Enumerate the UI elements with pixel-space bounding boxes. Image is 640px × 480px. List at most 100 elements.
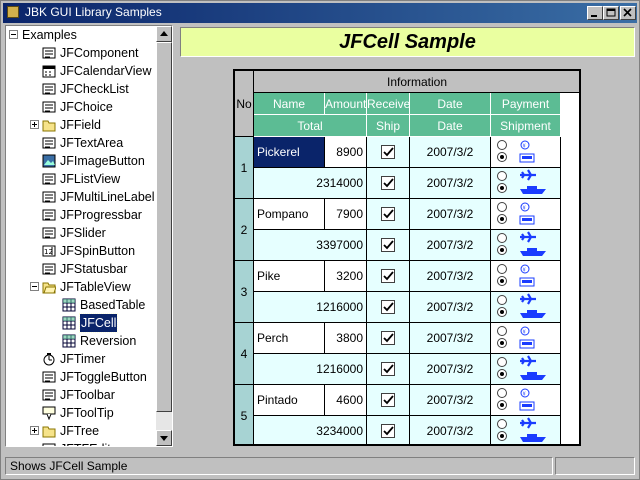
date2-cell[interactable]: 2007/3/2 — [410, 168, 491, 199]
payment-cash-radio[interactable] — [497, 140, 507, 150]
tree-item[interactable]: JFTableView — [6, 278, 156, 296]
tree-item[interactable]: JFComponent — [6, 44, 156, 62]
date-cell[interactable]: 2007/3/2 — [410, 137, 491, 168]
name-cell[interactable]: Perch — [254, 323, 325, 354]
checkbox-checked[interactable] — [381, 300, 395, 314]
name-cell[interactable]: Pintado — [254, 385, 325, 416]
checkbox-checked[interactable] — [381, 145, 395, 159]
tree-item[interactable]: JFCalendarView — [6, 62, 156, 80]
total-cell[interactable]: 3397000 — [254, 230, 367, 261]
minimize-button[interactable] — [587, 6, 603, 20]
tree-item[interactable]: JFToolTip — [6, 404, 156, 422]
shipment-air-radio[interactable] — [497, 295, 507, 305]
amount-cell[interactable]: 3800 — [325, 323, 367, 354]
payment-card-radio[interactable] — [497, 214, 507, 224]
total-cell[interactable]: 2314000 — [254, 168, 367, 199]
tree-item[interactable]: JFField — [6, 116, 156, 134]
shipment-sea-radio[interactable] — [497, 307, 507, 317]
examples-tree[interactable]: Examples JFComponent JFCalendarView JFChec… — [5, 25, 173, 447]
date2-cell[interactable]: 2007/3/2 — [410, 354, 491, 385]
collapse-icon[interactable] — [30, 282, 39, 291]
amount-cell[interactable]: 7900 — [325, 199, 367, 230]
tree-item[interactable]: JFToggleButton — [6, 368, 156, 386]
date-cell[interactable]: 2007/3/2 — [410, 323, 491, 354]
name-cell[interactable]: Pompano — [254, 199, 325, 230]
close-button[interactable] — [620, 6, 636, 20]
tree-scrollbar[interactable] — [156, 26, 172, 446]
total-cell[interactable]: 3234000 — [254, 416, 367, 444]
date2-cell[interactable]: 2007/3/2 — [410, 292, 491, 323]
column-header-date2[interactable]: Date — [410, 115, 491, 137]
payment-cash-radio[interactable] — [497, 326, 507, 336]
payment-card-radio[interactable] — [497, 152, 507, 162]
tree-item[interactable]: JFTFEditor — [6, 440, 156, 446]
checkbox-checked[interactable] — [381, 176, 395, 190]
checkbox-checked[interactable] — [381, 331, 395, 345]
column-header-amount[interactable]: Amount — [325, 93, 367, 115]
tree-item[interactable]: JFChoice — [6, 98, 156, 116]
shipment-air-radio[interactable] — [497, 233, 507, 243]
payment-cash-radio[interactable] — [497, 202, 507, 212]
shipment-sea-radio[interactable] — [497, 431, 507, 441]
tree-item[interactable]: JFMultiLineLabel — [6, 188, 156, 206]
maximize-button[interactable] — [603, 6, 619, 20]
tree-item[interactable]: JFListView — [6, 170, 156, 188]
payment-cash-radio[interactable] — [497, 388, 507, 398]
tree-item[interactable]: JFProgressbar — [6, 206, 156, 224]
amount-cell[interactable]: 8900 — [325, 137, 367, 168]
column-header-receive[interactable]: Receive — [367, 93, 410, 115]
date-cell[interactable]: 2007/3/2 — [410, 385, 491, 416]
expand-icon[interactable] — [30, 120, 39, 129]
shipment-air-radio[interactable] — [497, 419, 507, 429]
tree-item[interactable]: JFStatusbar — [6, 260, 156, 278]
tree-item[interactable]: JFTextArea — [6, 134, 156, 152]
payment-card-radio[interactable] — [497, 400, 507, 410]
checkbox-checked[interactable] — [381, 269, 395, 283]
scroll-up-button[interactable] — [156, 26, 172, 42]
shipment-sea-radio[interactable] — [497, 245, 507, 255]
checkbox-checked[interactable] — [381, 238, 395, 252]
tree-item[interactable]: JFCheckList — [6, 80, 156, 98]
name-cell[interactable]: Pike — [254, 261, 325, 292]
tree-item[interactable]: JFCell — [6, 313, 156, 333]
column-header-total[interactable]: Total — [254, 115, 367, 137]
shipment-air-radio[interactable] — [497, 171, 507, 181]
jfcell-table[interactable]: No Information Name Amount Receive Date Paymen… — [233, 69, 581, 446]
date-cell[interactable]: 2007/3/2 — [410, 261, 491, 292]
shipment-sea-radio[interactable] — [497, 369, 507, 379]
shipment-sea-radio[interactable] — [497, 183, 507, 193]
column-header-date[interactable]: Date — [410, 93, 491, 115]
column-header-payment[interactable]: Payment — [491, 93, 561, 115]
name-cell[interactable]: Pickerel — [254, 137, 325, 168]
column-header-shipment[interactable]: Shipment — [491, 115, 561, 137]
title-bar[interactable]: JBK GUI Library Samples — [3, 3, 637, 23]
tree-root[interactable]: Examples — [6, 26, 146, 44]
expand-icon[interactable] — [30, 426, 39, 435]
column-header-ship[interactable]: Ship — [367, 115, 410, 137]
payment-cash-radio[interactable] — [497, 264, 507, 274]
checkbox-checked[interactable] — [381, 424, 395, 438]
column-header-name[interactable]: Name — [254, 93, 325, 115]
payment-card-radio[interactable] — [497, 338, 507, 348]
tree-item[interactable]: JFTree — [6, 422, 156, 440]
checkbox-checked[interactable] — [381, 362, 395, 376]
collapse-icon[interactable] — [9, 30, 18, 39]
tree-item[interactable]: JFTimer — [6, 350, 156, 368]
scroll-down-button[interactable] — [156, 430, 172, 446]
payment-card-radio[interactable] — [497, 276, 507, 286]
tree-item[interactable]: JFImageButton — [6, 152, 156, 170]
scroll-thumb[interactable] — [156, 42, 172, 412]
total-cell[interactable]: 1216000 — [254, 354, 367, 385]
date-cell[interactable]: 2007/3/2 — [410, 199, 491, 230]
checkbox-checked[interactable] — [381, 207, 395, 221]
tree-item[interactable]: 12 JFSpinButton — [6, 242, 156, 260]
amount-cell[interactable]: 3200 — [325, 261, 367, 292]
amount-cell[interactable]: 4600 — [325, 385, 367, 416]
date2-cell[interactable]: 2007/3/2 — [410, 416, 491, 444]
checkbox-checked[interactable] — [381, 393, 395, 407]
total-cell[interactable]: 1216000 — [254, 292, 367, 323]
tree-item[interactable]: BasedTable — [6, 296, 156, 314]
tree-item[interactable]: Reversion — [6, 332, 156, 350]
tree-item[interactable]: JFSlider — [6, 224, 156, 242]
date2-cell[interactable]: 2007/3/2 — [410, 230, 491, 261]
